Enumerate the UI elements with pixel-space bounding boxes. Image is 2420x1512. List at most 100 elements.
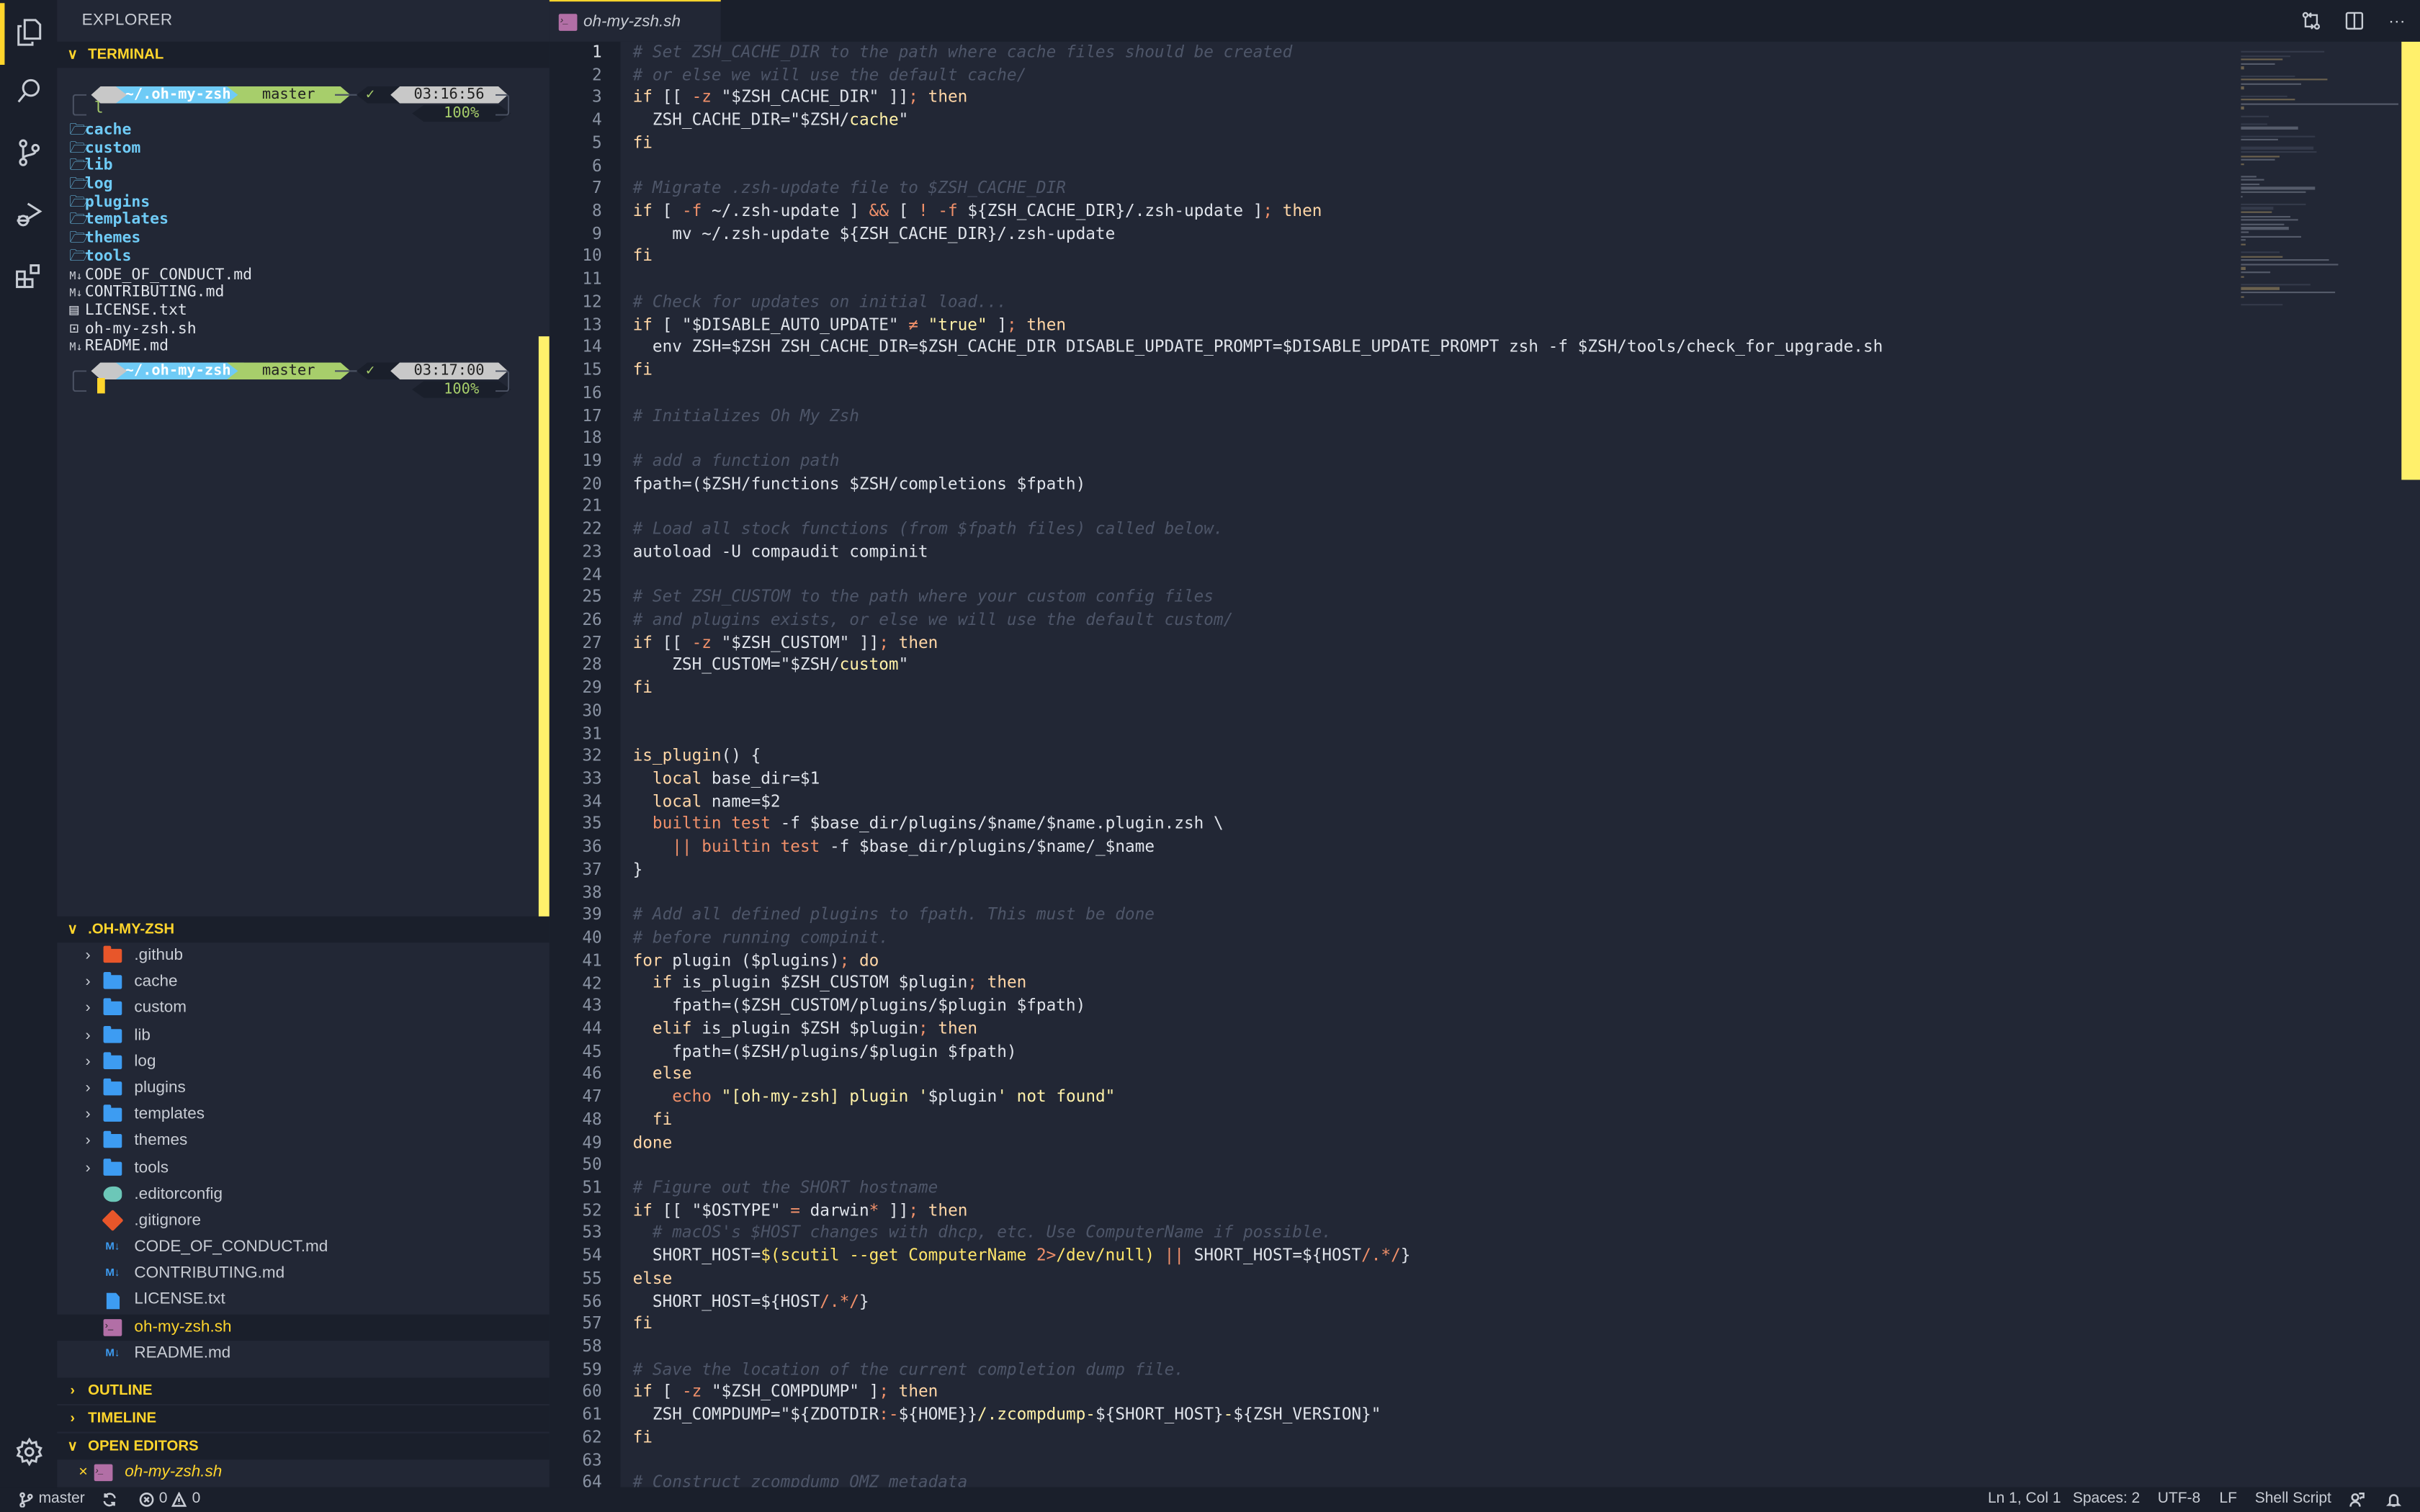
timeline-section-header[interactable]: › TIMELINE bbox=[57, 1405, 550, 1432]
chevron-right-icon: › bbox=[85, 947, 91, 965]
activity-run-debug[interactable] bbox=[0, 185, 57, 242]
terminal-scrollbar[interactable] bbox=[538, 336, 550, 917]
warning-icon bbox=[171, 1492, 188, 1507]
line-number: 41 bbox=[582, 951, 602, 971]
tree-item-label: tools bbox=[134, 1158, 169, 1176]
terminal-panel[interactable]: ~/.oh-my-zsh master ✓ 03:16:56 100% l 🗁c… bbox=[57, 68, 550, 917]
token-com: # Migrate .zsh-update file to $ZSH_CACHE… bbox=[632, 179, 1066, 198]
line-number: 54 bbox=[582, 1246, 602, 1266]
minimap[interactable] bbox=[2232, 42, 2402, 1488]
token-plain: " bbox=[898, 111, 909, 130]
tree-item-tools[interactable]: › tools bbox=[57, 1155, 550, 1182]
tree-item-license-txt[interactable]: LICENSE.txt bbox=[57, 1287, 550, 1314]
line-number: 37 bbox=[582, 860, 602, 880]
code-line: # Set ZSH_CACHE_DIR to the path where ca… bbox=[633, 42, 1883, 65]
folder-open-icon: 🗁 bbox=[69, 248, 89, 266]
ellipsis-icon: ··· bbox=[2388, 12, 2406, 30]
token-op: -z bbox=[691, 634, 712, 652]
token-op: ; bbox=[967, 974, 977, 993]
code-line: # Check for updates on initial load... bbox=[633, 292, 1883, 315]
sidebar-title: EXPLORER bbox=[57, 0, 550, 42]
minimap-line bbox=[2241, 259, 2329, 261]
code-line: fi bbox=[633, 132, 1883, 156]
tree-item-readme-md[interactable]: M↓ README.md bbox=[57, 1341, 550, 1367]
token-plain: $plugin bbox=[928, 1087, 998, 1107]
settings-button[interactable] bbox=[0, 1423, 57, 1480]
minimap-line bbox=[2241, 107, 2244, 109]
line-number: 26 bbox=[582, 611, 602, 630]
indentation[interactable]: Spaces: 2 bbox=[2073, 1488, 2140, 1512]
chevron-right-icon: › bbox=[85, 1053, 91, 1071]
token-op: ; bbox=[908, 1201, 919, 1220]
git-icon bbox=[102, 1210, 124, 1233]
token-kw: then bbox=[1016, 315, 1067, 335]
minimap-line bbox=[2241, 179, 2264, 181]
code-editor[interactable]: 1 2 3 4 5 6 7 8 9 10 11 12 13 14 15 16 17 18 19 20 21 22 23 24 2… bbox=[549, 41, 2420, 1488]
tree-item-log[interactable]: › log bbox=[57, 1049, 550, 1076]
notifications-button[interactable] bbox=[2385, 1488, 2402, 1512]
more-actions-button[interactable]: ··· bbox=[2386, 10, 2408, 32]
activity-source-control[interactable] bbox=[0, 123, 57, 180]
token-plain: ZSH_CACHE_DIR="$ZSH/ bbox=[632, 111, 850, 130]
token-com: # macOS's $HOST changes with dhcp, etc. … bbox=[652, 1224, 1332, 1243]
activity-extensions[interactable] bbox=[0, 247, 57, 304]
folder-open-icon: 🗁 bbox=[69, 158, 89, 175]
editor-scrollbar[interactable] bbox=[2401, 41, 2420, 480]
tree-item-contributing-md[interactable]: M↓ CONTRIBUTING.md bbox=[57, 1261, 550, 1287]
sync-button[interactable] bbox=[102, 1488, 117, 1512]
activity-explorer[interactable] bbox=[0, 3, 57, 65]
line-number: 7 bbox=[592, 179, 602, 198]
terminal-section-header[interactable]: ∨ TERMINAL bbox=[57, 41, 550, 68]
line-number: 35 bbox=[582, 815, 602, 834]
line-number: 8 bbox=[592, 202, 602, 221]
open-editor-item[interactable]: × ›_ oh-my-zsh.sh bbox=[57, 1459, 550, 1485]
token-lk: local bbox=[652, 770, 702, 788]
tree-item-cache[interactable]: › cache bbox=[57, 969, 550, 996]
token-op: -z bbox=[681, 1382, 702, 1402]
tree-item-github[interactable]: › .github bbox=[57, 942, 550, 969]
terminal-entry-name: custom bbox=[84, 140, 141, 157]
token-plain: } bbox=[632, 860, 643, 880]
cursor-position[interactable]: Ln 1, Col 1 bbox=[1988, 1488, 2061, 1512]
explorer-section-header[interactable]: ∨ .OH-MY-ZSH bbox=[57, 916, 556, 943]
code-content[interactable]: # Set ZSH_CACHE_DIR to the path where ca… bbox=[633, 42, 1883, 1488]
open-editors-section-header[interactable]: ∨ OPEN EDITORS bbox=[57, 1433, 550, 1460]
tree-item-custom[interactable]: › custom bbox=[57, 996, 550, 1022]
line-number: 16 bbox=[582, 384, 602, 402]
branch-icon bbox=[19, 1492, 33, 1508]
token-plain: [ bbox=[652, 202, 682, 221]
tree-item-themes[interactable]: › themes bbox=[57, 1128, 550, 1155]
language-mode[interactable]: Shell Script bbox=[2255, 1488, 2331, 1512]
tree-item-plugins[interactable]: › plugins bbox=[57, 1075, 550, 1102]
close-icon[interactable]: × bbox=[79, 1459, 88, 1485]
tree-item-code-of-conduct-md[interactable]: M↓ CODE_OF_CONDUCT.md bbox=[57, 1234, 550, 1261]
tree-item-oh-my-zsh-sh[interactable]: ›_ oh-my-zsh.sh bbox=[57, 1313, 550, 1341]
code-line: is_plugin() { bbox=[633, 746, 1883, 769]
tree-item-editorconfig[interactable]: .editorconfig bbox=[57, 1182, 550, 1208]
end-of-line[interactable]: LF bbox=[2219, 1488, 2237, 1512]
tree-item-templates[interactable]: › templates bbox=[57, 1102, 550, 1128]
outline-section-header[interactable]: › OUTLINE bbox=[57, 1377, 550, 1404]
tree-item-gitignore[interactable]: .gitignore bbox=[57, 1208, 550, 1235]
tab-oh-my-zsh[interactable]: ›_ oh-my-zsh.sh bbox=[549, 0, 721, 42]
folder-icon bbox=[103, 1052, 122, 1069]
line-number: 48 bbox=[582, 1110, 602, 1130]
open-changes-button[interactable] bbox=[2300, 10, 2321, 32]
terminal-prompt: ~/.oh-my-zsh master ✓ 03:16:56 100% l bbox=[69, 80, 511, 122]
problems-indicator[interactable]: 0 0 bbox=[139, 1488, 200, 1512]
branch-name: master bbox=[38, 1490, 85, 1508]
code-line: fi bbox=[633, 678, 1883, 701]
line-number: 57 bbox=[582, 1315, 602, 1334]
branch-indicator[interactable]: master bbox=[19, 1488, 85, 1512]
encoding[interactable]: UTF-8 bbox=[2158, 1488, 2200, 1512]
line-number: 49 bbox=[582, 1133, 602, 1152]
token-com: # Set ZSH_CACHE_DIR to the path where ca… bbox=[632, 43, 1293, 62]
tree-item-lib[interactable]: › lib bbox=[57, 1022, 550, 1049]
token-str: ' not found" bbox=[997, 1087, 1116, 1107]
activity-search[interactable] bbox=[0, 62, 57, 119]
feedback-button[interactable] bbox=[2349, 1488, 2365, 1512]
token-com: # Construct zcompdump OMZ metadata bbox=[632, 1474, 968, 1488]
split-editor-button[interactable] bbox=[2343, 10, 2365, 32]
